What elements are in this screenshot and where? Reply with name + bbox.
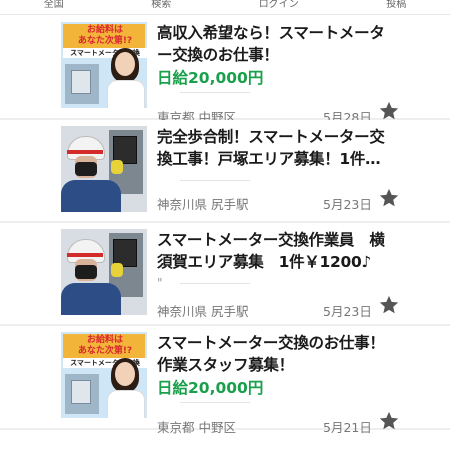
- listing-title[interactable]: 高収入希望なら！スマートメーター交換のお仕事！: [157, 22, 389, 66]
- job-listing-card[interactable]: スマートメーター交換作業員 横須賀エリア募集 1件￥1200♪ " 神奈川県 尻…: [0, 223, 450, 326]
- listing-date: 5月23日: [323, 197, 372, 212]
- listing-date: 5月21日: [323, 420, 372, 435]
- divider: [180, 180, 250, 181]
- listing-title[interactable]: スマートメーター交換作業員 横須賀エリア募集 1件￥1200♪: [157, 229, 389, 273]
- divider: [180, 283, 250, 284]
- divider: [180, 92, 250, 93]
- listing-pay: 日給20,000円: [157, 379, 264, 397]
- star-icon[interactable]: [378, 187, 400, 209]
- nav-item-nationwide[interactable]: 全国: [44, 0, 64, 10]
- listing-thumbnail[interactable]: お給料は あなた次第!? スマートメーター交換: [61, 332, 147, 418]
- job-listing-list: お給料は あなた次第!? スマートメーター交換 高収入希望なら！スマートメーター…: [0, 16, 450, 435]
- thumbnail-ad-text: お給料は あなた次第!?: [77, 25, 133, 46]
- listing-title[interactable]: スマートメーター交換のお仕事！作業スタッフ募集！: [157, 332, 389, 376]
- listing-date: 5月23日: [323, 304, 372, 319]
- nav-item-search[interactable]: 検索: [151, 0, 171, 10]
- listing-thumbnail[interactable]: [61, 126, 147, 212]
- nav-item-post[interactable]: 投稿: [386, 0, 406, 10]
- listing-extra: ": [157, 276, 163, 290]
- listing-title[interactable]: 完全歩合制！スマートメーター交換工事！戸塚エリア募集！1件…: [157, 126, 389, 170]
- job-listing-card[interactable]: お給料は あなた次第!? スマートメーター交換 スマートメーター交換のお仕事！作…: [0, 326, 450, 435]
- listing-thumbnail[interactable]: [61, 229, 147, 315]
- star-icon[interactable]: [378, 410, 400, 432]
- top-navigation: 全国 検索 ログイン 投稿: [0, 0, 450, 15]
- thumbnail-ad-text: お給料は あなた次第!?: [77, 335, 133, 356]
- listing-pay: 日給20,000円: [157, 69, 264, 87]
- star-icon[interactable]: [378, 294, 400, 316]
- nav-item-login[interactable]: ログイン: [259, 0, 299, 10]
- star-icon[interactable]: [378, 100, 400, 122]
- listing-thumbnail[interactable]: お給料は あなた次第!? スマートメーター交換: [61, 22, 147, 108]
- job-listing-card[interactable]: 完全歩合制！スマートメーター交換工事！戸塚エリア募集！1件… 神奈川県 尻手駅 …: [0, 120, 450, 223]
- listing-location: 神奈川県 尻手駅: [157, 304, 249, 319]
- listing-location: 東京都 中野区: [157, 420, 236, 435]
- listing-location: 神奈川県 尻手駅: [157, 197, 249, 212]
- divider: [180, 402, 250, 403]
- job-listing-card[interactable]: お給料は あなた次第!? スマートメーター交換 高収入希望なら！スマートメーター…: [0, 16, 450, 125]
